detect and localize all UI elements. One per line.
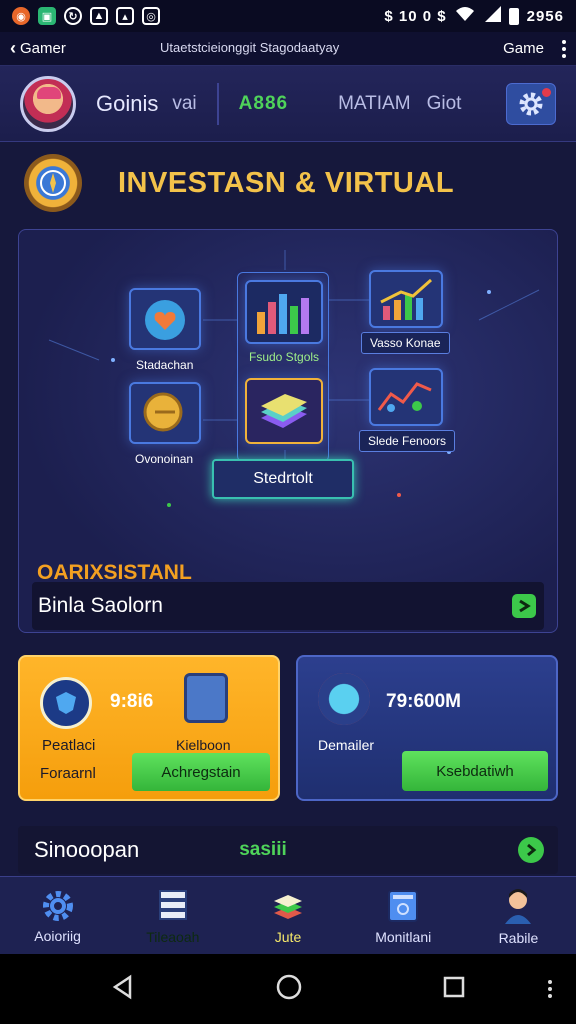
bar-chart-tile[interactable] [245,280,323,344]
profile-stat-label-2: Giot [426,92,462,114]
bottom-nav: Aoioriig Tileaoah Jute Monitlani Rabile [0,876,576,954]
image-icon: ▲ [90,7,108,25]
chevron-left-icon: ‹ [10,38,16,58]
trend-chart-label: Vasso Konae [361,332,450,354]
more-icon[interactable] [548,980,552,998]
more-menu-icon[interactable] [562,39,566,58]
investment-panel: Stadachan Ovonoinan Fsudo Stgols Vasso K… [18,229,558,633]
balance-value: 79:600M [386,691,461,712]
wifi-icon [455,6,475,26]
nav-label: Jute [274,928,302,945]
heart-tile[interactable] [129,288,201,350]
bag-icon [184,673,228,723]
nav-item-monitor[interactable]: Monitlani [346,877,461,954]
bar-chart-tile-label: Fsudo Stgols [249,350,320,364]
avatar[interactable] [20,75,76,132]
chevron-right-icon[interactable] [518,837,544,863]
trend-up-icon [380,278,432,320]
back-button[interactable]: ‹ Gamer [10,38,66,59]
profile-name: Goinis [96,90,159,116]
banner-title: Sinooopan [34,837,140,862]
rewards-cta-button[interactable]: Achregstain [132,753,270,791]
bar-chart-icon [257,294,309,334]
books-icon [261,394,307,428]
person-icon [505,888,532,924]
rewards-label-1: Peatlaci [42,737,96,754]
app-bar-title: Utaetstcieionggit Stagodaatyay [160,40,340,55]
books-icon [274,894,302,919]
image-icon: ▴ [116,7,134,25]
profile-stat-label: MATIAM [338,92,411,114]
status-text: $ 10 0 $ [384,7,447,25]
line-graph-icon [377,382,432,412]
coin-tile-label: Ovonoinan [135,452,194,466]
clock: 2956 [526,7,564,25]
signal-icon [483,6,501,26]
system-nav-bar [0,954,576,1024]
camera-icon: ◎ [142,7,160,25]
line-graph-tile[interactable] [369,368,443,426]
server-icon [158,889,187,920]
search-row[interactable]: Binla Saolorn [32,582,544,630]
balance-cta-button[interactable]: Ksebdatiwh [402,751,548,791]
heart-tile-label: Stadachan [136,358,194,372]
section-heading: INVESTASN & VIRTUAL [24,152,554,214]
divider [216,82,219,125]
sync-icon: ↻ [64,7,82,25]
rewards-label-2: Foraarnl [40,765,96,782]
notification-dot [542,87,551,97]
app-icon: ▣ [38,7,56,25]
start-button[interactable]: Stedrtolt [212,459,354,499]
nav-label: Monitlani [375,928,432,945]
nav-label: Rabile [498,929,539,946]
coin-tile[interactable] [129,382,201,444]
balance-label: Demailer [318,737,375,753]
monitor-icon [388,889,419,922]
profile-score: A886 [238,92,289,114]
battery-icon [508,7,519,25]
trend-chart-tile[interactable] [369,270,443,328]
nav-label: Tileaoah [146,928,200,945]
gear-icon [519,92,543,115]
game-menu-link[interactable]: Game [503,40,544,57]
rewards-right-label: Kielboon [176,737,231,753]
rewards-card[interactable]: 9:8i6 Kielboon Peatlaci Foraarnl Achregs… [18,655,280,801]
app-bar: ‹ Gamer Utaetstcieionggit Stagodaatyay G… [0,32,576,66]
nav-item-server[interactable]: Tileaoah [115,877,230,954]
recents-square-icon[interactable] [442,975,466,1004]
arrow-right-icon[interactable] [512,594,536,618]
promo-banner[interactable]: Sinooopan sasiii [18,826,558,874]
profile-bar: Goinis vai A886 MATIAM Giot [0,66,576,142]
status-bar: ◉ ▣ ↻ ▲ ▴ ◎ $ 10 0 $ 2956 [0,0,576,32]
balance-card[interactable]: 79:600M Demailer Ksebdatiwh [296,655,558,801]
nav-item-books[interactable]: Jute [230,877,345,954]
coin-icon [143,392,183,432]
heart-icon [145,300,185,340]
back-triangle-icon[interactable] [110,974,136,1005]
home-circle-icon[interactable] [275,973,303,1006]
search-row-text: Binla Saolorn [38,594,163,617]
nav-item-settings[interactable]: Aoioriig [0,877,115,954]
compass-badge-icon [24,154,82,212]
nav-label: Aoioriig [34,927,81,944]
books-tile[interactable] [245,378,323,444]
back-label: Gamer [20,40,66,57]
rewards-value: 9:8i6 [110,691,154,712]
shield-icon [40,677,92,729]
alien-avatar-icon [318,673,370,725]
banner-highlight: sasiii [239,839,287,860]
page-title: INVESTASN & VIRTUAL [118,166,455,199]
settings-button[interactable] [506,82,556,125]
profile-sub: vai [172,92,197,114]
line-graph-label: Slede Fenoors [359,430,456,452]
app-icon: ◉ [12,7,30,25]
nav-item-profile[interactable]: Rabile [461,877,576,954]
gear-icon [42,890,73,921]
